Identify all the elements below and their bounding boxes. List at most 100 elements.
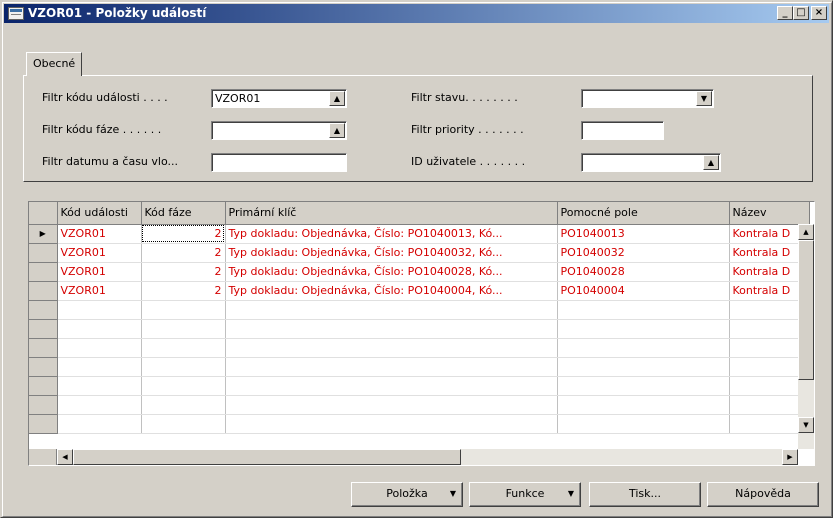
table-row[interactable] — [29, 357, 810, 377]
empty-cell[interactable] — [729, 300, 810, 320]
row-selector[interactable] — [29, 376, 58, 396]
tab-general[interactable]: Obecné — [26, 52, 83, 76]
horizontal-scroll-thumb[interactable] — [73, 449, 461, 465]
row-selector[interactable] — [29, 243, 58, 263]
empty-cell[interactable] — [225, 300, 558, 320]
empty-cell[interactable] — [729, 338, 810, 358]
cell-helper-field[interactable]: PO1040004 — [557, 281, 730, 301]
empty-cell[interactable] — [729, 414, 810, 434]
empty-cell[interactable] — [141, 376, 226, 396]
scroll-left-icon[interactable]: ◀ — [57, 449, 73, 465]
table-row[interactable] — [29, 338, 810, 358]
row-selector-header[interactable] — [29, 202, 58, 225]
title-bar[interactable]: VZOR01 - Položky událostí _ □ × — [4, 4, 829, 23]
scroll-down-icon[interactable]: ▼ — [798, 417, 814, 433]
print-button[interactable]: Tisk... — [589, 482, 701, 507]
horizontal-scrollbar[interactable]: ◀ ▶ — [57, 449, 798, 465]
cell-name[interactable]: Kontrala D — [729, 243, 810, 263]
empty-cell[interactable] — [225, 376, 558, 396]
help-button[interactable]: Nápověda — [707, 482, 819, 507]
row-selector[interactable] — [29, 319, 58, 339]
chevron-down-icon[interactable]: ▼ — [696, 91, 712, 106]
scroll-right-icon[interactable]: ▶ — [782, 449, 798, 465]
datetime-filter-input[interactable] — [211, 153, 347, 172]
cell-primary-key[interactable]: Typ dokladu: Objednávka, Číslo: PO104000… — [225, 281, 558, 301]
cell-event-code[interactable]: VZOR01 — [57, 224, 142, 244]
status-filter-select[interactable]: ▼ — [581, 89, 714, 108]
cell-primary-key[interactable]: Typ dokladu: Objednávka, Číslo: PO104003… — [225, 243, 558, 263]
close-button[interactable]: × — [811, 6, 827, 20]
vertical-scroll-thumb[interactable] — [798, 240, 814, 380]
table-row[interactable] — [29, 300, 810, 320]
empty-cell[interactable] — [225, 395, 558, 415]
empty-cell[interactable] — [57, 357, 142, 377]
empty-cell[interactable] — [57, 376, 142, 396]
empty-cell[interactable] — [729, 319, 810, 339]
vertical-scrollbar[interactable]: ▲ ▼ — [798, 224, 814, 449]
minimize-button[interactable]: _ — [777, 6, 793, 20]
empty-cell[interactable] — [557, 319, 730, 339]
phase-code-filter-input[interactable]: ▲ — [211, 121, 347, 140]
cell-event-code[interactable]: VZOR01 — [57, 243, 142, 263]
row-selector[interactable] — [29, 338, 58, 358]
empty-cell[interactable] — [141, 414, 226, 434]
table-row[interactable]: ▶ VZOR01 2 Typ dokladu: Objednávka, Čísl… — [29, 224, 810, 244]
empty-cell[interactable] — [141, 319, 226, 339]
lookup-icon[interactable]: ▲ — [329, 91, 345, 106]
cell-name[interactable]: Kontrala D — [729, 281, 810, 301]
empty-cell[interactable] — [557, 414, 730, 434]
cell-name[interactable]: Kontrala D — [729, 224, 810, 244]
maximize-button[interactable]: □ — [793, 6, 809, 20]
row-selector[interactable] — [29, 414, 58, 434]
empty-cell[interactable] — [57, 395, 142, 415]
current-row-marker-icon[interactable]: ▶ — [29, 224, 58, 244]
cell-helper-field[interactable]: PO1040028 — [557, 262, 730, 282]
cell-event-code[interactable]: VZOR01 — [57, 281, 142, 301]
cell-phase-code[interactable]: 2 — [141, 262, 226, 282]
cell-primary-key[interactable]: Typ dokladu: Objednávka, Číslo: PO104001… — [225, 224, 558, 244]
cell-phase-code[interactable]: 2 — [141, 224, 226, 244]
item-menu-button[interactable]: Položka ▼ — [351, 482, 463, 507]
empty-cell[interactable] — [557, 395, 730, 415]
priority-filter-input[interactable] — [581, 121, 664, 140]
empty-cell[interactable] — [557, 376, 730, 396]
event-code-filter-input[interactable]: VZOR01 ▲ — [211, 89, 347, 108]
empty-cell[interactable] — [557, 300, 730, 320]
empty-cell[interactable] — [729, 395, 810, 415]
column-header-phase-code[interactable]: Kód fáze — [141, 202, 226, 225]
empty-cell[interactable] — [729, 357, 810, 377]
functions-menu-button[interactable]: Funkce ▼ — [469, 482, 581, 507]
empty-cell[interactable] — [557, 338, 730, 358]
empty-cell[interactable] — [57, 319, 142, 339]
table-row[interactable]: VZOR01 2 Typ dokladu: Objednávka, Číslo:… — [29, 243, 810, 263]
empty-cell[interactable] — [57, 300, 142, 320]
empty-cell[interactable] — [141, 357, 226, 377]
scroll-up-icon[interactable]: ▲ — [798, 224, 814, 240]
column-header-primary-key[interactable]: Primární klíč — [225, 202, 558, 225]
empty-cell[interactable] — [57, 414, 142, 434]
cell-name[interactable]: Kontrala D — [729, 262, 810, 282]
row-selector[interactable] — [29, 357, 58, 377]
row-selector[interactable] — [29, 395, 58, 415]
column-header-helper-field[interactable]: Pomocné pole — [557, 202, 730, 225]
lookup-icon[interactable]: ▲ — [703, 155, 719, 170]
cell-helper-field[interactable]: PO1040013 — [557, 224, 730, 244]
empty-cell[interactable] — [557, 357, 730, 377]
empty-cell[interactable] — [225, 319, 558, 339]
table-row[interactable] — [29, 376, 810, 396]
lookup-icon[interactable]: ▲ — [329, 123, 345, 138]
table-row[interactable] — [29, 395, 810, 415]
table-row[interactable]: VZOR01 2 Typ dokladu: Objednávka, Číslo:… — [29, 262, 810, 282]
row-selector[interactable] — [29, 262, 58, 282]
column-header-name[interactable]: Název — [729, 202, 810, 225]
row-selector[interactable] — [29, 300, 58, 320]
empty-cell[interactable] — [225, 357, 558, 377]
empty-cell[interactable] — [141, 395, 226, 415]
cell-primary-key[interactable]: Typ dokladu: Objednávka, Číslo: PO104002… — [225, 262, 558, 282]
row-selector[interactable] — [29, 281, 58, 301]
user-id-filter-input[interactable]: ▲ — [581, 153, 721, 172]
column-header-event-code[interactable]: Kód události — [57, 202, 142, 225]
empty-cell[interactable] — [57, 338, 142, 358]
empty-cell[interactable] — [225, 414, 558, 434]
table-row[interactable] — [29, 319, 810, 339]
